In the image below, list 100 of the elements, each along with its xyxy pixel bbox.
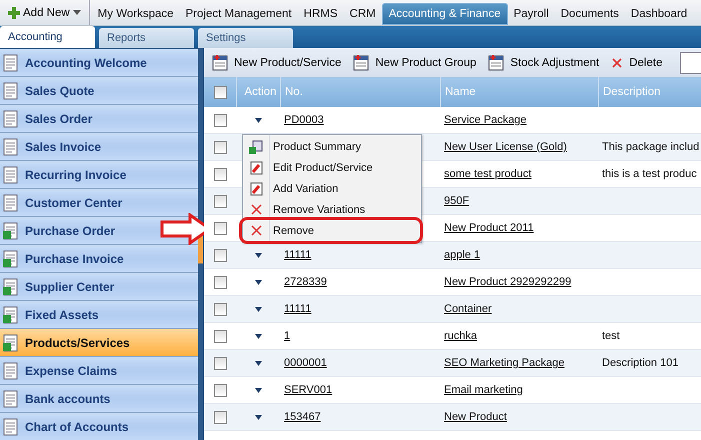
dropdown-arrow-icon[interactable] bbox=[254, 414, 262, 420]
nav-tab[interactable]: CRM bbox=[344, 3, 382, 25]
sidebar-item[interactable]: Bank accounts bbox=[0, 385, 198, 413]
product-name-link[interactable]: SEO Marketing Package bbox=[444, 357, 564, 369]
product-name-link[interactable]: Container bbox=[444, 303, 492, 315]
remove-icon bbox=[250, 204, 262, 215]
row-checkbox[interactable] bbox=[214, 276, 226, 288]
toolbar-button[interactable]: New Product/Service bbox=[212, 54, 342, 70]
document-icon bbox=[3, 418, 19, 436]
dropdown-arrow-icon[interactable] bbox=[254, 360, 262, 366]
document-icon bbox=[3, 166, 19, 184]
form-icon bbox=[212, 54, 228, 70]
sidebar-item[interactable]: Sales Quote bbox=[0, 77, 198, 105]
document-icon bbox=[3, 110, 19, 128]
sidebar-item[interactable]: Purchase Invoice bbox=[0, 245, 198, 273]
product-name-link[interactable]: some test product bbox=[444, 168, 532, 180]
row-checkbox[interactable] bbox=[214, 248, 226, 262]
table-cell: test bbox=[602, 330, 620, 342]
product-number-link[interactable]: 11111 bbox=[284, 249, 312, 261]
toolbar-button[interactable]: Stock Adjustment bbox=[488, 54, 600, 70]
product-name-link[interactable]: ruchka bbox=[444, 330, 478, 342]
edit-icon bbox=[250, 160, 262, 174]
nav-tab[interactable]: HRMS bbox=[298, 3, 344, 25]
product-name-link[interactable]: apple 1 bbox=[444, 249, 480, 261]
product-number-link[interactable]: 153467 bbox=[284, 411, 321, 423]
product-name-link[interactable]: New User License (Gold) bbox=[444, 141, 567, 153]
dropdown-arrow-icon[interactable] bbox=[254, 388, 262, 392]
add-new-button[interactable]: Add New bbox=[0, 0, 90, 25]
row-checkbox[interactable] bbox=[214, 168, 226, 180]
menu-item[interactable]: Product Summary bbox=[243, 136, 421, 157]
sub-tab[interactable]: Settings bbox=[198, 28, 293, 48]
product-name-link[interactable]: Email marketing bbox=[444, 384, 523, 396]
toolbar-button[interactable]: Delete bbox=[611, 56, 662, 68]
sidebar-item[interactable]: Customer Center bbox=[0, 189, 198, 217]
document-icon bbox=[3, 54, 19, 72]
menu-item[interactable]: Add Variation bbox=[243, 178, 421, 199]
table-cell: this is a test produc bbox=[602, 168, 697, 180]
product-name-link[interactable]: New Product 2011 bbox=[444, 222, 534, 234]
product-name-link[interactable]: New Product bbox=[444, 411, 507, 423]
dropdown-arrow-icon[interactable] bbox=[254, 252, 262, 258]
row-checkbox[interactable] bbox=[214, 194, 226, 208]
row-checkbox[interactable] bbox=[214, 410, 226, 424]
delete-icon bbox=[611, 56, 624, 68]
document-icon bbox=[3, 278, 19, 296]
form-icon bbox=[353, 54, 370, 70]
sidebar-item[interactable]: Supplier Center bbox=[0, 273, 198, 301]
form-icon bbox=[488, 54, 504, 70]
toolbar-button[interactable]: New Product Group bbox=[353, 54, 476, 70]
nav-tab[interactable]: Accounting & Finance bbox=[382, 3, 508, 25]
document-icon bbox=[3, 138, 19, 156]
product-number-link[interactable]: 11111 bbox=[284, 303, 312, 315]
dropdown-arrow-icon[interactable] bbox=[254, 280, 262, 284]
document-icon bbox=[3, 390, 19, 408]
row-checkbox[interactable] bbox=[214, 330, 226, 342]
nav-tab[interactable]: Dashboard bbox=[624, 3, 694, 25]
row-checkbox[interactable] bbox=[214, 302, 226, 316]
sub-tab[interactable]: Reports bbox=[99, 28, 194, 48]
dropdown-arrow-icon[interactable] bbox=[254, 306, 262, 312]
sidebar-item[interactable]: Sales Order bbox=[0, 105, 198, 133]
sidebar-item[interactable]: Fixed Assets bbox=[0, 301, 198, 329]
document-icon bbox=[3, 222, 19, 240]
menu-item[interactable]: Remove Variations bbox=[243, 199, 421, 220]
row-checkbox[interactable] bbox=[214, 384, 226, 396]
menu-item[interactable]: Edit Product/Service bbox=[243, 157, 421, 178]
product-number-link[interactable]: SERV001 bbox=[284, 384, 332, 396]
caret-icon bbox=[72, 10, 81, 15]
row-checkbox[interactable] bbox=[214, 222, 226, 234]
product-icon bbox=[249, 140, 263, 154]
nav-tab[interactable]: My Workspace bbox=[92, 3, 180, 25]
table-cell: This package includ bbox=[602, 141, 700, 153]
document-icon bbox=[3, 334, 19, 352]
sidebar-item[interactable]: Accounting Welcome bbox=[0, 49, 198, 77]
product-number-link[interactable]: PD0003 bbox=[284, 114, 324, 126]
row-checkbox[interactable] bbox=[214, 114, 226, 126]
sidebar-item[interactable]: Sales Invoice bbox=[0, 133, 198, 161]
nav-tab[interactable]: Documents bbox=[554, 3, 625, 25]
dropdown-arrow-icon[interactable] bbox=[254, 118, 262, 122]
collapse-handle[interactable] bbox=[198, 48, 203, 440]
document-icon bbox=[3, 250, 19, 268]
nav-tab[interactable]: Project Management bbox=[180, 3, 298, 25]
row-checkbox[interactable] bbox=[214, 140, 226, 154]
sub-tab[interactable]: Accounting bbox=[0, 26, 95, 48]
remove-icon bbox=[250, 225, 262, 236]
row-checkbox[interactable] bbox=[214, 356, 226, 370]
nav-tab[interactable]: Payroll bbox=[508, 3, 555, 25]
dropdown-arrow-icon[interactable] bbox=[254, 334, 262, 338]
product-name-link[interactable]: New Product 2929292299 bbox=[444, 276, 572, 288]
sidebar-item[interactable]: Expense Claims bbox=[0, 357, 198, 385]
sidebar-item[interactable]: Products/Services bbox=[0, 329, 198, 357]
sidebar-item[interactable]: Recurring Invoice bbox=[0, 161, 198, 189]
plus-icon bbox=[8, 6, 20, 18]
product-name-link[interactable]: Service Package bbox=[444, 114, 527, 126]
product-name-link[interactable]: 950F bbox=[444, 195, 470, 207]
product-number-link[interactable]: 1 bbox=[284, 330, 290, 342]
sidebar-item[interactable]: Chart of Accounts bbox=[0, 413, 198, 440]
product-number-link[interactable]: 2728339 bbox=[284, 276, 327, 288]
edit-icon bbox=[250, 182, 262, 196]
document-icon bbox=[3, 82, 19, 100]
product-number-link[interactable]: 0000001 bbox=[284, 357, 327, 369]
select-all-checkbox[interactable] bbox=[214, 86, 226, 98]
